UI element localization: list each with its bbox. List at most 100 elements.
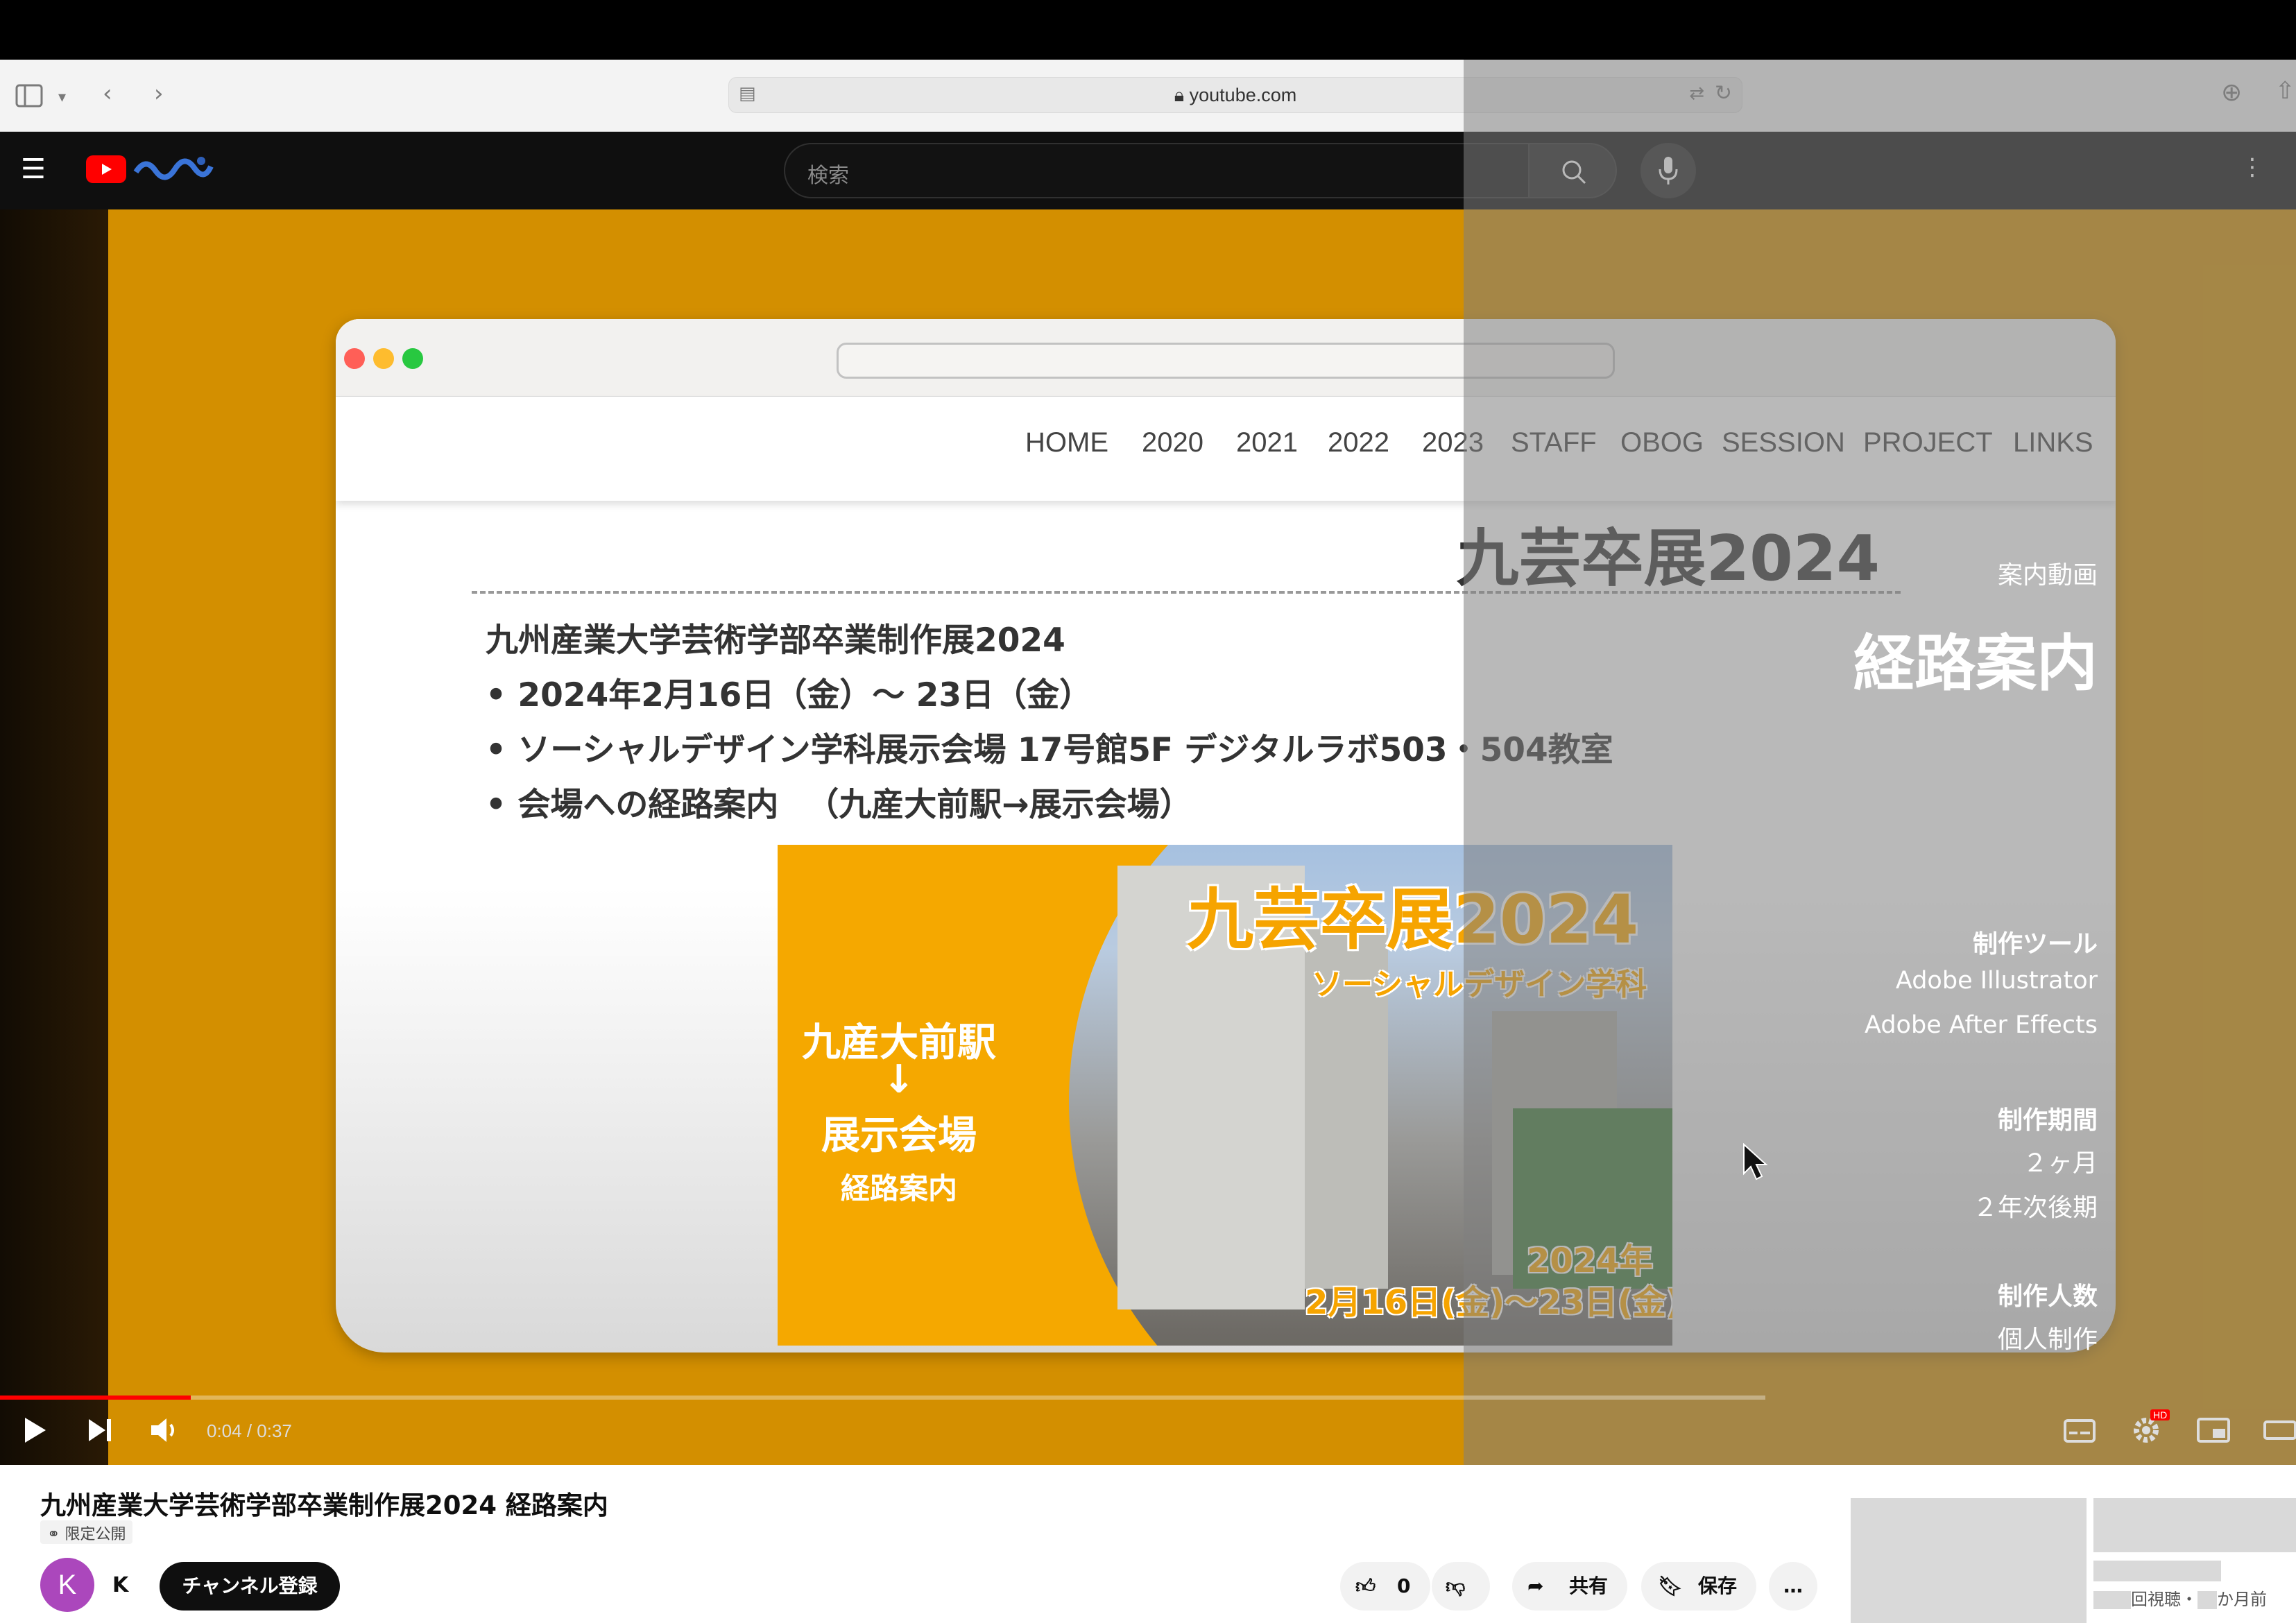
search-input[interactable]: 検索	[784, 143, 1530, 198]
mock-nav-item: 2020	[1142, 427, 1203, 458]
mock-nav-item: LINKS	[2013, 427, 2093, 458]
video-title: 九州産業大学芸術学部卒業制作展2024 経路案内	[40, 1491, 608, 1520]
suggestion-title-placeholder	[2093, 1498, 2296, 1552]
share-arrow-icon: ➦	[1527, 1574, 1544, 1597]
suggestion-meta: 回視聴・ か月前	[2093, 1586, 2267, 1610]
channel-avatar[interactable]: K	[40, 1558, 94, 1612]
suggestion-thumbnail[interactable]	[1851, 1498, 2087, 1623]
chevron-down-icon[interactable]: ▾	[58, 90, 66, 105]
miniplayer-icon[interactable]	[2196, 1415, 2231, 1451]
translate-icon[interactable]: ⇄	[1689, 85, 1704, 103]
next-icon[interactable]	[86, 1415, 114, 1451]
progress-bar[interactable]	[0, 1396, 1765, 1400]
thumbnail-subtitle: ソーシャルデザイン学科	[1312, 967, 1647, 1002]
panel-tool: Adobe Illustrator	[1895, 967, 2098, 995]
mock-nav-item: 2023	[1422, 427, 1484, 458]
subscribe-button[interactable]: チャンネル登録	[160, 1562, 340, 1611]
mock-text-line: 九州産業大学芸術学部卒業制作展2024	[486, 621, 1065, 660]
back-arrow-icon[interactable]: ‹	[103, 82, 112, 105]
volume-icon[interactable]	[148, 1415, 182, 1451]
mock-close-dot	[344, 348, 365, 369]
panel-period: ２年次後期	[1972, 1194, 2098, 1222]
thumbnail-to-venue: 展示会場	[821, 1113, 977, 1158]
share-icon[interactable]: ⇧	[2275, 79, 2295, 103]
menu-icon[interactable]: ☰	[21, 155, 46, 183]
mock-nav-item: HOME	[1025, 427, 1108, 458]
panel-period: ２ヶ月	[2022, 1149, 2098, 1178]
redacted-block	[2198, 1591, 2217, 1609]
thumbs-up-icon: 👍︎	[1355, 1574, 1376, 1597]
search-icon	[1562, 160, 1586, 184]
save-label: 保存	[1698, 1574, 1738, 1597]
download-icon[interactable]: ⊕	[2221, 80, 2242, 105]
thumbnail-date-range: 2月16日(金)～23日(金)	[1305, 1283, 1672, 1322]
dislike-button[interactable]: 👎︎	[1432, 1562, 1490, 1611]
url-text: 🔒︎ youtube.com	[1174, 85, 1297, 105]
search-placeholder: 検索	[807, 164, 849, 188]
video-mock-browser-window: HOME 2020 2021 2022 2023 STAFF OBOG SESS…	[336, 319, 2116, 1352]
more-actions-button[interactable]: …	[1769, 1562, 1817, 1611]
sidebar-toggle-icon[interactable]	[15, 83, 43, 112]
thumbs-down-icon: 👎︎	[1446, 1574, 1466, 1597]
voice-search-button[interactable]	[1640, 143, 1696, 198]
suggestion-channel-placeholder	[2093, 1561, 2221, 1581]
mock-zoom-dot	[402, 348, 423, 369]
save-button[interactable]: 🔖︎ 保存	[1641, 1562, 1756, 1611]
panel-period-heading: 制作期間	[1997, 1106, 2098, 1135]
mock-url-bar	[837, 343, 1615, 379]
like-count: 0	[1397, 1574, 1411, 1597]
lock-icon: 🔒︎	[1174, 85, 1190, 105]
address-bar[interactable]: ▤ 🔒︎ youtube.com ⇄ ↻	[728, 77, 1742, 113]
mock-heading: 九芸卒展2024	[1456, 522, 1881, 595]
panel-tools-heading: 制作ツール	[1972, 930, 2098, 959]
mock-titlebar	[336, 319, 2116, 397]
mock-site-nav: HOME 2020 2021 2022 2023 STAFF OBOG SESS…	[336, 397, 2116, 501]
mouse-cursor-icon	[1743, 1143, 1768, 1180]
video-left-edge	[0, 209, 108, 1465]
subtitles-icon[interactable]	[2063, 1415, 2096, 1451]
mock-text-line: • ソーシャルデザイン学科展示会場 17号館5F デジタルラボ503・504教室	[486, 731, 1613, 769]
progress-played	[0, 1396, 191, 1400]
mock-text-line: • 会場への経路案内 （九産大前駅→展示会場）	[486, 786, 1192, 824]
reload-icon[interactable]: ↻	[1715, 83, 1732, 104]
forward-arrow-icon[interactable]: ›	[154, 82, 164, 105]
microphone-icon	[1659, 157, 1678, 184]
mock-nav-item: STAFF	[1511, 427, 1597, 458]
settings-gear-icon[interactable]: HD	[2130, 1409, 2170, 1451]
theater-mode-icon[interactable]	[2263, 1415, 2296, 1451]
mock-minimize-dot	[373, 348, 394, 369]
mock-nav-item: OBOG	[1620, 427, 1704, 458]
panel-people-heading: 制作人数	[1997, 1282, 2098, 1311]
thumbnail-arrow: ↓	[882, 1057, 916, 1102]
thumbnail-title: 九芸卒展2024	[1187, 881, 1639, 959]
panel-tool: Adobe After Effects	[1865, 1011, 2098, 1039]
doodle-logo-icon[interactable]	[132, 151, 215, 187]
bookmark-icon: 🔖︎	[1658, 1574, 1683, 1597]
time-display: 0:04 / 0:37	[207, 1420, 292, 1441]
like-button[interactable]: 👍︎ 0	[1340, 1562, 1430, 1611]
play-icon[interactable]	[21, 1415, 49, 1451]
panel-people: 個人制作	[1997, 1325, 2098, 1354]
share-label: 共有	[1569, 1574, 1609, 1597]
hd-badge: HD	[2150, 1409, 2170, 1420]
mock-nav-item: 2021	[1236, 427, 1298, 458]
share-button[interactable]: ➦ 共有	[1512, 1562, 1627, 1611]
mock-nav-item: SESSION	[1722, 427, 1845, 458]
mock-nav-item: 2022	[1328, 427, 1389, 458]
panel-category: 案内動画	[1997, 561, 2098, 590]
thumbnail-label: 経路案内	[840, 1171, 957, 1205]
mock-thumbnail: 九芸卒展2024 ソーシャルデザイン学科 九産大前駅 ↓ 展示会場 経路案内 2…	[778, 845, 1672, 1346]
search-button[interactable]	[1528, 143, 1617, 198]
channel-name[interactable]: K	[112, 1573, 128, 1597]
link-icon: ⚭	[47, 1526, 65, 1543]
mock-text-line: • 2024年2月16日（金）～ 23日（金）	[486, 676, 1093, 714]
more-horizontal-icon: …	[1783, 1574, 1803, 1597]
panel-title: 経路案内	[1853, 628, 2098, 699]
top-black-bar	[0, 0, 2296, 60]
mock-nav-item: PROJECT	[1863, 427, 1993, 458]
visibility-badge: ⚭ 限定公開	[40, 1520, 133, 1544]
more-vertical-icon[interactable]: ⋮	[2241, 155, 2264, 179]
mock-divider	[472, 591, 1901, 594]
youtube-logo-icon[interactable]	[86, 155, 126, 183]
redacted-block	[2093, 1591, 2131, 1609]
